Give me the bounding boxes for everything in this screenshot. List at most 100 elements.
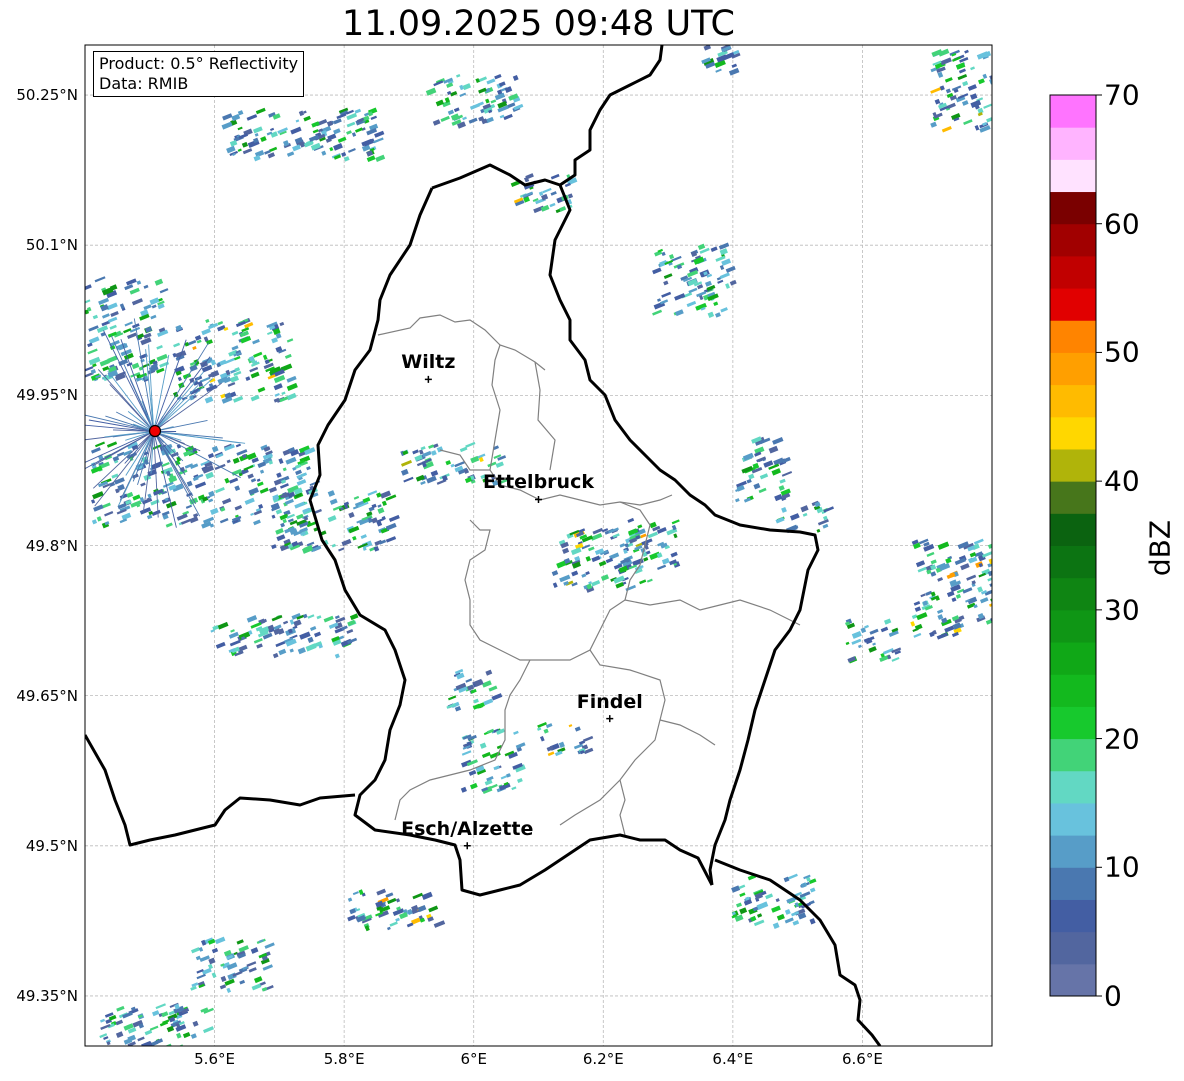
echo-cell: [639, 579, 647, 585]
echo-cell: [211, 972, 217, 979]
echo-cell: [707, 311, 715, 318]
echo-cell: [739, 907, 748, 915]
echo-cell: [765, 893, 774, 900]
colorbar-swatch: [1050, 95, 1096, 128]
echo-cell: [95, 441, 106, 448]
echo-cell: [353, 495, 360, 500]
echo-cell: [116, 1050, 124, 1056]
echo-cell: [267, 152, 275, 159]
echo-cell: [713, 301, 719, 307]
echo-cell: [271, 544, 277, 550]
echo-cell: [282, 467, 287, 472]
echo-cell: [485, 98, 490, 104]
colorbar-swatch: [1050, 545, 1096, 579]
echo-cell: [141, 1040, 152, 1046]
echo-cell: [276, 534, 286, 542]
echo-cell: [1003, 598, 1015, 606]
echo-cell: [201, 328, 211, 336]
echo-cell: [343, 156, 350, 162]
echo-cell: [993, 567, 998, 571]
echo-cell: [998, 632, 1008, 639]
echo-cell: [208, 498, 214, 503]
echo-cell: [254, 132, 259, 137]
echo-cell: [346, 130, 352, 135]
echo-cell: [146, 514, 153, 520]
echo-cell: [140, 482, 146, 487]
echo-cell: [994, 592, 1002, 597]
echo-cell: [246, 615, 258, 623]
radar-map[interactable]: [0, 0, 1184, 1081]
echo-cell: [738, 884, 746, 890]
echo-cell: [550, 191, 557, 196]
radar-site-icon[interactable]: [148, 424, 162, 438]
echo-cell: [286, 151, 295, 157]
echo-cell: [303, 110, 307, 114]
echo-cell: [753, 919, 765, 927]
echo-cell: [185, 504, 193, 509]
lon-tick-label: 6.2°E: [582, 1050, 624, 1068]
echo-cell: [600, 574, 610, 581]
echo-cell: [719, 264, 725, 270]
echo-cell: [228, 631, 239, 639]
echo-cell: [250, 512, 255, 516]
echo-cell: [217, 320, 224, 326]
echo-cell: [257, 461, 267, 469]
echo-cell: [347, 897, 353, 902]
lon-tick-label: 6.4°E: [712, 1050, 754, 1068]
echo-cell: [211, 445, 219, 453]
echo-cell: [219, 517, 229, 524]
echo-cell: [436, 446, 444, 453]
colorbar-swatch: [1050, 159, 1096, 193]
echo-cell: [253, 976, 263, 984]
echo-cell: [143, 284, 149, 289]
city-label: Esch/Alzette: [401, 817, 534, 840]
colorbar-swatch: [1050, 320, 1096, 353]
echo-cell: [182, 1031, 191, 1039]
echo-cell: [964, 49, 969, 54]
echo-cell: [258, 503, 264, 510]
echo-cell: [478, 101, 484, 106]
echo-cell: [331, 543, 337, 548]
echo-cell: [149, 1025, 159, 1031]
echo-cell: [809, 918, 816, 925]
echo-cell: [479, 742, 487, 749]
gridlines: [85, 45, 992, 1046]
echo-cell: [224, 477, 230, 484]
echo-cell: [1007, 634, 1013, 638]
colorbar-swatch: [1050, 609, 1096, 643]
echo-cell: [176, 513, 188, 521]
echo-cell: [108, 1053, 113, 1057]
echo-cell: [647, 531, 658, 539]
echo-cell: [978, 78, 985, 85]
echo-cell: [388, 514, 400, 523]
echo-cell: [214, 936, 226, 945]
echo-cell: [999, 620, 1003, 624]
echo-cell: [92, 491, 104, 500]
echo-cell: [481, 751, 491, 759]
echo-cell: [891, 656, 900, 662]
echo-cell: [945, 88, 951, 94]
echo-cell: [996, 593, 1002, 599]
echo-cell: [1008, 581, 1013, 586]
echo-cell: [759, 473, 769, 480]
echo-cell: [355, 127, 363, 133]
echo-cell: [131, 298, 143, 306]
echo-cell: [969, 552, 977, 558]
lat-tick-label: 49.95°N: [16, 386, 78, 405]
echo-cell: [997, 613, 1004, 619]
echo-cell: [236, 939, 244, 945]
echo-cell: [995, 596, 1006, 604]
echo-cell: [348, 512, 355, 519]
echo-cell: [930, 571, 937, 577]
echo-cell: [459, 92, 467, 97]
echo-cell: [491, 693, 503, 701]
echo-cell: [334, 615, 340, 620]
echo-cell: [127, 1034, 136, 1042]
echo-cell: [775, 898, 780, 903]
echo-cell: [490, 783, 498, 789]
colorbar-swatch: [1050, 416, 1096, 450]
echo-cell: [940, 57, 952, 66]
echo-cell: [250, 947, 259, 954]
echo-cell: [771, 468, 782, 476]
echo-cell: [591, 555, 601, 563]
